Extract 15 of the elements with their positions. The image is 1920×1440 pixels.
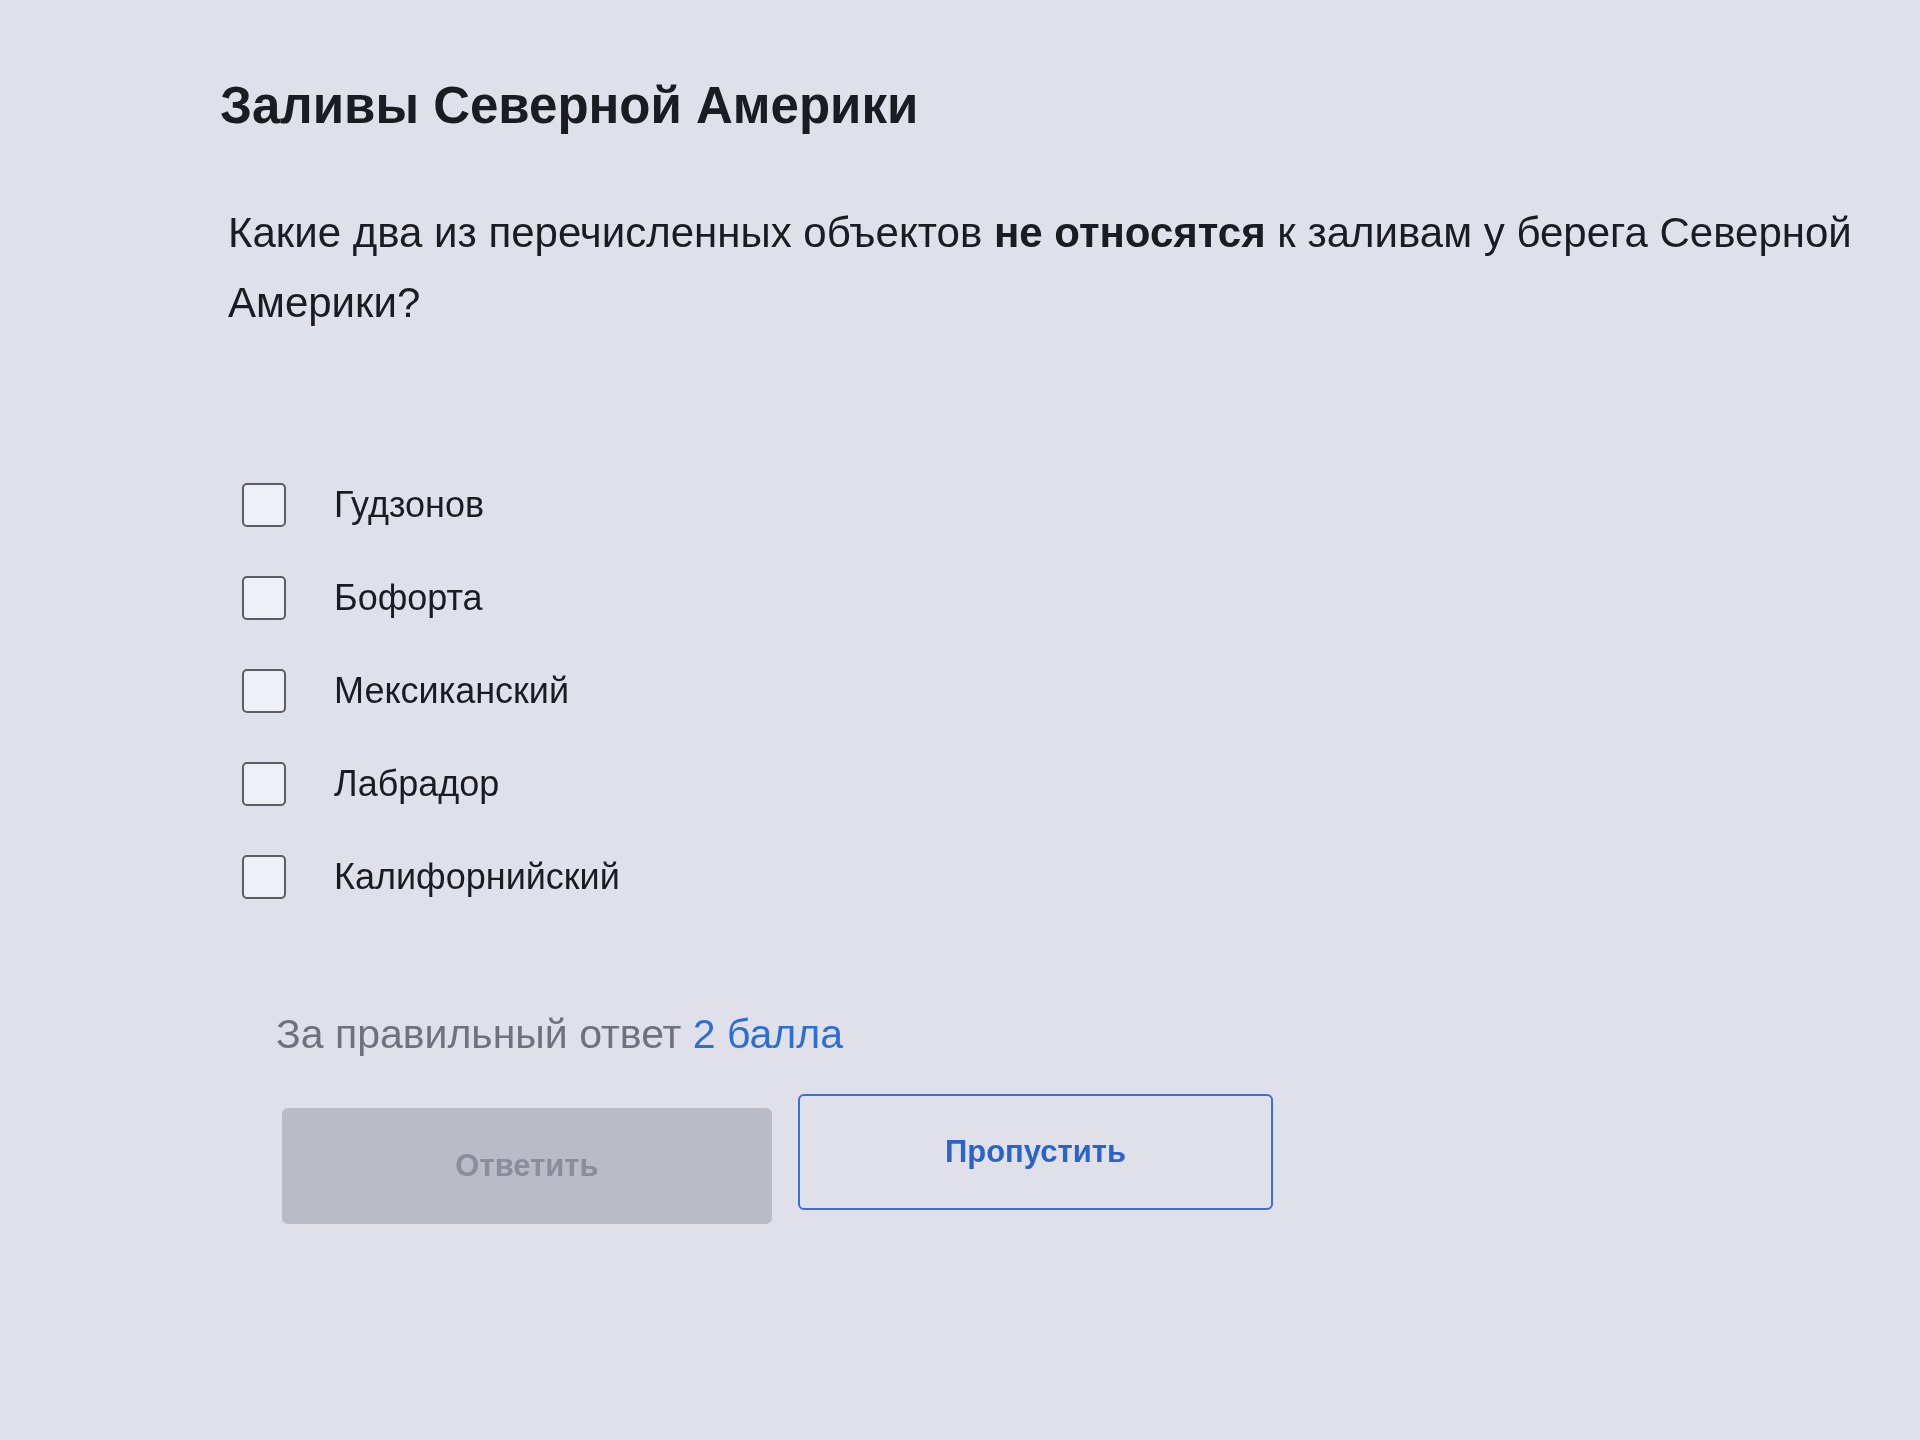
option-label[interactable]: Гудзонов <box>334 482 485 528</box>
skip-button[interactable]: Пропустить <box>798 1094 1273 1210</box>
quiz-title: Заливы Северной Америки <box>220 76 920 136</box>
checkbox[interactable] <box>242 855 286 899</box>
option-label[interactable]: Мексиканский <box>334 668 570 714</box>
checkbox[interactable] <box>242 669 286 713</box>
option-label[interactable]: Калифорнийский <box>334 854 620 900</box>
option-label[interactable]: Лабрадор <box>334 761 500 807</box>
points-caption: За правильный ответ <box>276 1011 682 1057</box>
option-label[interactable]: Бофорта <box>334 575 483 621</box>
points-value: 2 балла <box>692 1011 843 1057</box>
checkbox[interactable] <box>242 483 286 527</box>
checkbox[interactable] <box>242 576 286 620</box>
question-text: Какие два из перечисленных объектов не относятся к заливам у берега Северной Америки? <box>228 208 1853 328</box>
checkbox[interactable] <box>242 762 286 806</box>
